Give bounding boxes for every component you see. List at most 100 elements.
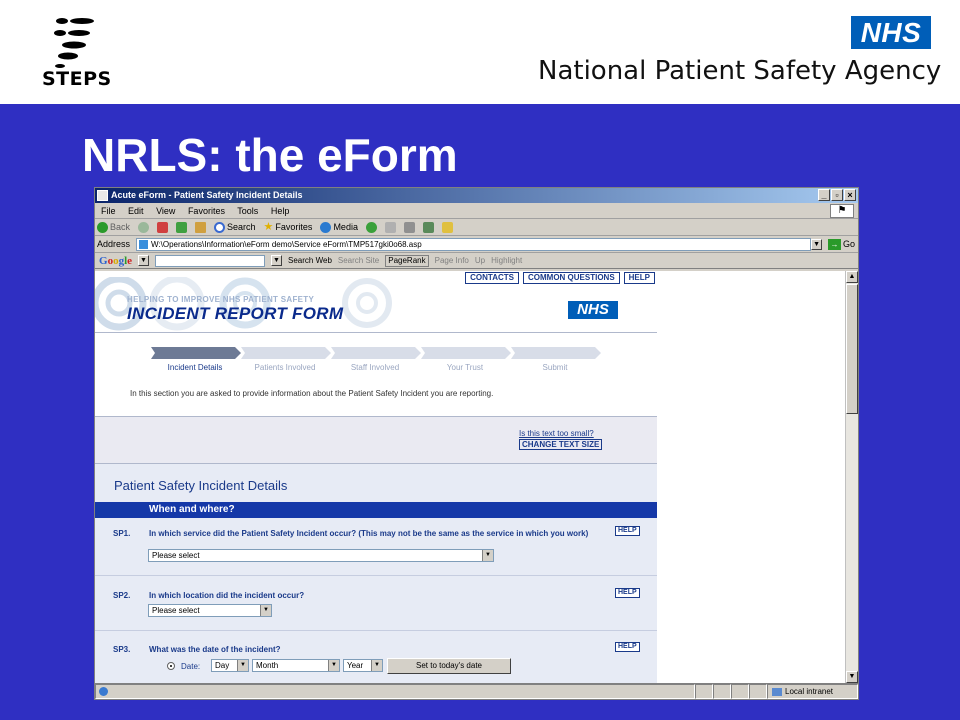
google-search-dropdown[interactable]: ▼ <box>271 255 283 266</box>
search-icon <box>214 221 226 233</box>
service-select-value: Please select <box>152 551 200 560</box>
address-input[interactable]: W:\Operations\Information\eForm demo\Ser… <box>136 237 812 251</box>
banner-title: INCIDENT REPORT FORM <box>127 304 344 323</box>
date-radio[interactable] <box>167 662 175 670</box>
google-letter: e <box>127 254 133 267</box>
steps-logo: STEPS <box>40 16 112 90</box>
status-slot <box>713 684 731 699</box>
print-button[interactable] <box>403 219 415 235</box>
status-message <box>95 684 695 699</box>
help-button[interactable]: HELP <box>615 642 640 652</box>
intranet-zone-icon <box>772 687 782 696</box>
step-arrow-staff-involved <box>331 347 421 359</box>
window-titlebar[interactable]: Acute eForm - Patient Safety Incident De… <box>95 188 858 203</box>
section-intro: In this section you are asked to provide… <box>130 389 494 398</box>
home-icon <box>195 221 207 233</box>
date-label: Date: <box>181 662 201 671</box>
slide-header: STEPS NHS National Patient Safety Agency <box>0 0 960 104</box>
form-banner: HELPING TO IMPROVE NHS PATIENT SAFETY IN… <box>95 271 657 333</box>
step-staff-involved[interactable]: Staff Involved <box>330 363 420 372</box>
set-today-button[interactable]: Set to today's date <box>387 658 511 674</box>
page-info-button[interactable]: Page Info <box>435 253 469 269</box>
nhs-logo: NHS <box>851 16 931 49</box>
search-button[interactable]: Search <box>214 219 256 235</box>
month-select[interactable]: Month ▼ <box>252 659 340 672</box>
media-button[interactable]: Media <box>320 219 358 235</box>
up-button[interactable]: Up <box>475 253 485 269</box>
vertical-scrollbar[interactable]: ▲ ▼ <box>845 271 858 683</box>
page-icon <box>139 239 149 249</box>
back-button[interactable]: Back <box>97 219 130 235</box>
google-logo[interactable]: Google <box>99 253 132 269</box>
menu-tools[interactable]: Tools <box>237 206 258 216</box>
common-questions-link[interactable]: COMMON QUESTIONS <box>522 272 620 284</box>
day-select-value: Day <box>215 661 230 670</box>
step-arrow-incident-details <box>151 347 241 359</box>
minimize-button[interactable]: _ <box>818 189 830 201</box>
scroll-up-button[interactable]: ▲ <box>846 271 858 283</box>
help-button[interactable]: HELP <box>615 526 640 536</box>
location-select-value: Please select <box>152 606 200 615</box>
status-bar: Local intranet <box>95 683 858 699</box>
change-text-size-button[interactable]: CHANGE TEXT SIZE <box>519 439 603 450</box>
edit-button[interactable] <box>422 219 434 235</box>
service-select[interactable]: Please select ▼ <box>148 549 494 562</box>
year-select-value: Year <box>347 661 364 670</box>
scroll-down-button[interactable]: ▼ <box>846 671 858 683</box>
menu-view[interactable]: View <box>156 206 175 216</box>
address-dropdown-button[interactable]: ▼ <box>811 238 823 250</box>
step-patients-involved[interactable]: Patients Involved <box>240 363 330 372</box>
address-label: Address <box>97 238 131 249</box>
step-your-trust[interactable]: Your Trust <box>420 363 510 372</box>
menu-favorites[interactable]: Favorites <box>188 206 225 216</box>
search-site-button[interactable]: Search Site <box>338 253 379 269</box>
messenger-button[interactable] <box>441 219 453 235</box>
refresh-button[interactable] <box>176 219 188 235</box>
step-arrow-your-trust <box>421 347 511 359</box>
stop-button[interactable] <box>157 219 169 235</box>
location-select[interactable]: Please select ▼ <box>148 604 272 617</box>
google-search-input[interactable] <box>155 254 266 267</box>
highlight-button[interactable]: Highlight <box>491 253 522 269</box>
search-web-button[interactable]: Search Web <box>288 253 332 269</box>
media-icon <box>320 221 332 233</box>
menu-file[interactable]: File <box>101 206 116 216</box>
history-button[interactable] <box>365 219 377 235</box>
question-sp2: SP2. In which location did the incident … <box>95 576 657 631</box>
ie-window-icon <box>97 190 108 201</box>
mail-button[interactable] <box>384 219 396 235</box>
menu-help[interactable]: Help <box>271 206 290 216</box>
step-incident-details[interactable]: Incident Details <box>150 363 240 372</box>
year-select[interactable]: Year ▼ <box>343 659 383 672</box>
history-icon <box>365 221 377 233</box>
help-button[interactable]: HELP <box>615 588 640 598</box>
browser-toolbar: Back Search ★ Favorites Media <box>95 219 858 236</box>
menu-edit[interactable]: Edit <box>128 206 144 216</box>
text-too-small-link[interactable]: Is this text too small? <box>519 429 594 438</box>
step-submit[interactable]: Submit <box>510 363 600 372</box>
contacts-link[interactable]: CONTACTS <box>465 272 519 284</box>
restore-button[interactable]: ▫ <box>831 189 843 201</box>
question-sp3: SP3. What was the date of the incident? … <box>95 631 657 683</box>
back-label: Back <box>110 221 131 232</box>
scroll-thumb[interactable] <box>846 284 858 414</box>
status-slot <box>695 684 713 699</box>
go-button[interactable]: → Go <box>828 237 855 252</box>
search-label: Search <box>227 221 256 232</box>
text-size-band: Is this text too small? CHANGE TEXT SIZE <box>95 416 657 464</box>
question-code: SP1. <box>113 529 131 538</box>
steps-logo-text: STEPS <box>42 68 112 90</box>
google-menu-dropdown[interactable]: ▼ <box>138 255 150 266</box>
close-button[interactable]: × <box>844 189 856 201</box>
favorites-label: Favorites <box>275 221 313 232</box>
top-links: CONTACTS COMMON QUESTIONS HELP <box>465 272 655 284</box>
forward-button[interactable] <box>138 219 150 235</box>
home-button[interactable] <box>195 219 207 235</box>
question-code: SP2. <box>113 591 131 600</box>
forward-arrow-icon <box>138 221 150 233</box>
help-link[interactable]: HELP <box>623 272 655 284</box>
month-select-value: Month <box>256 661 279 670</box>
favorites-button[interactable]: ★ Favorites <box>264 219 313 235</box>
chevron-down-icon: ▼ <box>371 660 382 671</box>
day-select[interactable]: Day ▼ <box>211 659 249 672</box>
